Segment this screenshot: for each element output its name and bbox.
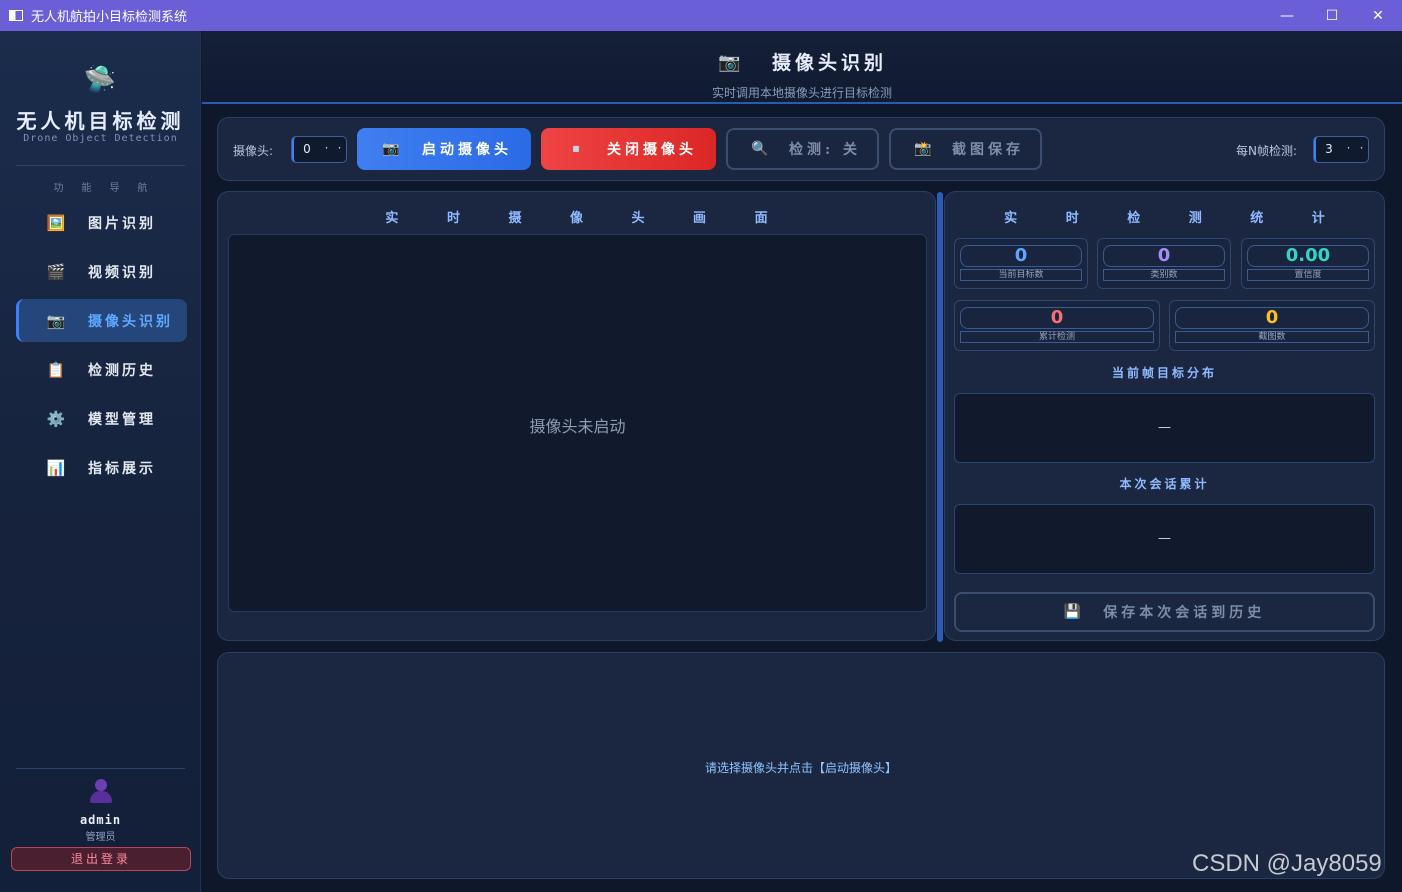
camera-icon: 📷 [718,52,741,73]
brand-subtitle: Drone Object Detection [23,133,178,144]
watermark: CSDN @Jay8059 [1192,850,1382,877]
brand-title: 无人机目标检测 [16,109,185,133]
sidebar-item-metrics[interactable]: 📊 指标展示 [16,446,187,489]
sidebar-item-label: 图片识别 [88,215,156,232]
camera-icon: 📷 [46,311,66,330]
save-session-label: 保存本次会话到历史 [1103,605,1266,621]
sidebar-item-video[interactable]: 🎬 视频识别 [16,250,187,293]
stat-screenshots: 0 截图数 [1169,300,1375,351]
stat-label: 当前目标数 [960,269,1082,281]
stat-value: 0.00 [1247,245,1369,267]
detect-toggle-button[interactable]: 🔍 检测: 关 [726,128,879,170]
save-session-button[interactable]: 💾 保存本次会话到历史 [954,592,1375,632]
camera-view-title: 实 时 摄 像 头 画 面 [385,211,790,226]
maximize-icon[interactable]: ☐ [1309,0,1355,31]
app-window-icon [9,10,23,21]
close-icon[interactable]: ✕ [1355,0,1401,31]
status-log-panel: 请选择摄像头并点击【启动摄像头】 [217,652,1385,879]
stat-confidence: 0.00 置信度 [1241,238,1375,289]
stat-label: 累计检测 [960,331,1154,343]
user-name: admin [79,813,122,827]
sidebar-item-label: 摄像头识别 [88,313,173,330]
page-subtitle: 实时调用本地摄像头进行目标检测 [711,86,892,100]
gear-icon: ⚙️ [46,409,66,428]
snapshot-button[interactable]: 📸 截图保存 [889,128,1042,170]
logout-button[interactable]: 退出登录 [11,847,191,871]
stat-label: 类别数 [1103,269,1225,281]
sidebar-item-label: 视频识别 [88,264,156,281]
sidebar: 🛸 无人机目标检测 Drone Object Detection 功能导航 🖼️… [0,31,201,892]
frame-distribution-box: — [954,393,1375,463]
camera-select-label: 摄像头: [233,144,274,158]
stat-classes: 0 类别数 [1097,238,1231,289]
interval-spinbox[interactable]: 3 · · [1313,136,1369,163]
stat-value: 0 [1175,307,1369,329]
sidebar-item-camera[interactable]: 📷 摄像头识别 [16,299,187,342]
sidebar-item-image[interactable]: 🖼️ 图片识别 [16,201,187,244]
stop-camera-label: 关闭摄像头 [607,142,697,158]
camera-view-panel: 实 时 摄 像 头 画 面 摄像头未启动 [217,191,936,641]
spin-down-button[interactable]: · [1342,137,1355,162]
video-icon: 🎬 [46,262,66,281]
stat-label: 置信度 [1247,269,1369,281]
floppy-disk-icon: 💾 [1063,604,1082,620]
stats-title: 实 时 检 测 统 计 [1004,211,1347,226]
sidebar-item-label: 检测历史 [88,362,156,379]
minimize-icon[interactable]: — [1264,0,1310,31]
camera-view: 摄像头未启动 [228,234,927,612]
snapshot-icon: 📸 [914,141,932,157]
title-bar: 无人机航拍小目标检测系统 — ☐ ✕ [0,0,1402,31]
stats-panel: 实 时 检 测 统 计 0 当前目标数 0 类别数 0.00 置信度 0 累计检… [944,191,1385,641]
camera-toolbar: 摄像头: 0 · · 📷 启动摄像头 ⏹ 关闭摄像头 🔍 检测: 关 📸 截图保… [217,117,1385,181]
chart-icon: 📊 [46,458,66,477]
panel-splitter[interactable] [937,192,943,642]
ufo-logo-icon: 🛸 [83,65,117,95]
sidebar-item-history[interactable]: 📋 检测历史 [16,348,187,391]
stat-total-detections: 0 累计检测 [954,300,1160,351]
start-camera-button[interactable]: 📷 启动摄像头 [357,128,531,170]
stop-icon: ⏹ [572,141,580,157]
camera-placeholder: 摄像头未启动 [529,417,626,436]
stat-value: 0 [960,245,1082,267]
nav-section-title: 功能导航 [53,183,166,194]
avatar [89,779,113,805]
spin-up-button[interactable]: · [1355,137,1368,162]
sidebar-divider [16,165,185,166]
interval-label: 每N帧检测: [1236,144,1298,158]
sidebar-divider [16,768,185,769]
spin-down-button[interactable]: · [320,137,333,162]
session-total-title: 本次会话累计 [1119,477,1210,491]
sidebar-item-models[interactable]: ⚙️ 模型管理 [16,397,187,440]
camera-index-spinbox[interactable]: 0 · · [291,136,347,163]
stat-value: 0 [1103,245,1225,267]
spin-up-button[interactable]: · [333,137,346,162]
stop-camera-button[interactable]: ⏹ 关闭摄像头 [541,128,716,170]
frame-distribution-title: 当前帧目标分布 [1111,366,1217,380]
camera-icon: 📷 [382,141,400,157]
snapshot-label: 截图保存 [952,142,1024,158]
page-title: 摄像头识别 [772,52,888,74]
stat-current-targets: 0 当前目标数 [954,238,1088,289]
status-message: 请选择摄像头并点击【启动摄像头】 [704,761,897,775]
image-icon: 🖼️ [46,213,66,232]
user-role: 管理员 [85,832,116,843]
session-total-box: — [954,504,1375,574]
stat-label: 截图数 [1175,331,1369,343]
detect-toggle-label: 检测: 关 [789,142,862,158]
user-card: admin 管理员 [16,772,185,850]
start-camera-label: 启动摄像头 [422,142,512,158]
camera-index-value[interactable]: 0 [292,137,320,162]
page-header: 📷 摄像头识别 实时调用本地摄像头进行目标检测 [202,31,1402,104]
sidebar-item-label: 模型管理 [88,411,156,428]
stat-value: 0 [960,307,1154,329]
window-title: 无人机航拍小目标检测系统 [31,10,188,25]
sidebar-item-label: 指标展示 [88,460,156,477]
interval-value[interactable]: 3 [1314,137,1342,162]
clipboard-icon: 📋 [46,360,66,379]
search-icon: 🔍 [751,141,769,157]
